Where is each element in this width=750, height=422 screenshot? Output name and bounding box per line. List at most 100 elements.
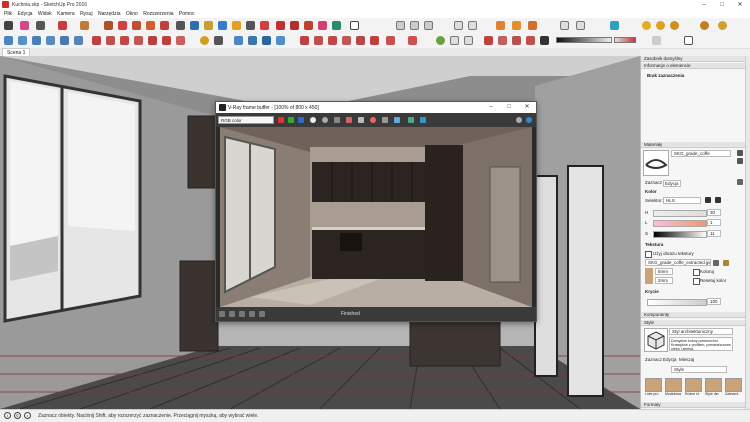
- channel-select[interactable]: RGB color: [218, 116, 274, 124]
- style-description[interactable]: Domyślne kolory powierzchni. Krawędzie z…: [669, 337, 733, 351]
- menu-file[interactable]: Plik: [4, 10, 12, 18]
- shaded-icon[interactable]: [148, 36, 157, 45]
- styles-tab-edit[interactable]: Edycja: [663, 357, 677, 362]
- start-render-icon[interactable]: [526, 117, 532, 123]
- duplicate-icon[interactable]: [358, 117, 364, 123]
- vfb-close-button[interactable]: ✕: [518, 102, 536, 113]
- menu-help[interactable]: Pomoc: [179, 10, 195, 18]
- fog-icon[interactable]: [652, 36, 661, 45]
- style-thumbnail[interactable]: [644, 328, 668, 352]
- tab-edit[interactable]: Edycja: [663, 180, 681, 187]
- dimension-icon[interactable]: [328, 36, 337, 45]
- formats-header[interactable]: Formaty: [641, 402, 745, 408]
- texture-height-field[interactable]: 2mm: [655, 277, 673, 284]
- blue-channel-icon[interactable]: [298, 117, 304, 123]
- walk-icon[interactable]: [200, 36, 209, 45]
- vray-interactive-icon[interactable]: [656, 21, 665, 30]
- stamp-icon[interactable]: [464, 36, 473, 45]
- extension-warehouse-icon[interactable]: [290, 21, 299, 30]
- history-icon[interactable]: [219, 311, 225, 317]
- time-slider[interactable]: [556, 37, 612, 43]
- solid-tools-icon[interactable]: [396, 21, 405, 30]
- color-correction-icon[interactable]: [239, 311, 245, 317]
- s-slider[interactable]: [653, 231, 707, 238]
- orbit-icon[interactable]: [218, 21, 227, 30]
- follow-me-icon[interactable]: [300, 36, 309, 45]
- position-camera-icon[interactable]: [234, 36, 243, 45]
- vray-material-editor-icon[interactable]: [700, 21, 709, 30]
- edit-texture-icon[interactable]: [723, 260, 729, 266]
- look-around-icon[interactable]: [214, 36, 223, 45]
- date-slider[interactable]: [614, 37, 636, 43]
- from-contours-icon[interactable]: [526, 36, 535, 45]
- h-slider[interactable]: [653, 210, 707, 217]
- maximize-button[interactable]: □: [713, 0, 731, 10]
- s-value[interactable]: 11: [707, 230, 721, 237]
- front-view-icon[interactable]: [32, 36, 41, 45]
- match-color-icon[interactable]: [705, 197, 711, 203]
- protractor-icon[interactable]: [314, 36, 323, 45]
- clear-image-icon[interactable]: [346, 117, 352, 123]
- toggle-terrain-icon[interactable]: [436, 36, 445, 45]
- tray-header[interactable]: Zasobnik domyślny: [641, 56, 745, 62]
- warehouse-icon[interactable]: [276, 21, 285, 30]
- flip-edge-icon[interactable]: [512, 36, 521, 45]
- shaded-textures-icon[interactable]: [162, 36, 171, 45]
- l-slider[interactable]: [653, 220, 707, 227]
- style-thumb-1[interactable]: [645, 378, 662, 392]
- tape-measure-icon[interactable]: [176, 21, 185, 30]
- render-last-icon[interactable]: [420, 117, 426, 123]
- share-model-icon[interactable]: [304, 21, 313, 30]
- link-icon[interactable]: [394, 117, 400, 123]
- freehand-tool-icon[interactable]: [386, 36, 395, 45]
- track-mouse-icon[interactable]: [370, 117, 376, 123]
- stamp-icon[interactable]: [408, 117, 414, 123]
- texture-file-field[interactable]: SKG_grade_coffe_extracted.jpg: [645, 259, 711, 266]
- section-display-icon[interactable]: [468, 21, 477, 30]
- style-name-field[interactable]: Styl architektoniczny: [669, 328, 733, 335]
- monochrome-icon[interactable]: [176, 36, 185, 45]
- styles-tab-mix[interactable]: Mieszaj: [679, 357, 694, 362]
- smoove-icon[interactable]: [450, 36, 459, 45]
- pixel-info-icon[interactable]: [259, 311, 265, 317]
- red-channel-icon[interactable]: [278, 117, 284, 123]
- next-view-icon[interactable]: [262, 36, 271, 45]
- menu-view[interactable]: Widok: [38, 10, 52, 18]
- entity-info-header[interactable]: Informacje o elemencie: [641, 63, 745, 69]
- stop-render-icon[interactable]: [516, 117, 522, 123]
- menu-extensions[interactable]: Rozszerzenia: [143, 10, 173, 18]
- modeling-viewport[interactable]: V-Ray frame buffer - [100% of 800 x 450]…: [0, 56, 640, 409]
- pan-icon[interactable]: [232, 21, 241, 30]
- minimize-button[interactable]: –: [695, 0, 713, 10]
- dynamic-component-icon[interactable]: [496, 21, 505, 30]
- geo-location-status-icon[interactable]: i: [4, 412, 11, 419]
- intersect-icon[interactable]: [410, 21, 419, 30]
- back-view-icon[interactable]: [60, 36, 69, 45]
- stereo-icon[interactable]: [249, 311, 255, 317]
- right-view-icon[interactable]: [46, 36, 55, 45]
- left-view-icon[interactable]: [74, 36, 83, 45]
- rotate-tool-icon[interactable]: [132, 21, 141, 30]
- section-plane-icon[interactable]: [454, 21, 463, 30]
- menu-draw[interactable]: Rysuj: [80, 10, 93, 18]
- text-tool-icon[interactable]: [190, 21, 199, 30]
- zoom-icon[interactable]: [246, 21, 255, 30]
- styles-collection-select[interactable]: Style: [671, 366, 727, 373]
- use-texture-checkbox[interactable]: [645, 251, 652, 258]
- xray-icon[interactable]: [92, 36, 101, 45]
- user-icon[interactable]: •: [24, 412, 31, 419]
- geo-location-icon[interactable]: [560, 21, 569, 30]
- previous-view-icon[interactable]: [248, 36, 257, 45]
- style-thumb-2[interactable]: [665, 378, 682, 392]
- iso-view-icon[interactable]: [4, 36, 13, 45]
- circle-tool-icon[interactable]: [356, 36, 365, 45]
- scale-tool-icon[interactable]: [146, 21, 155, 30]
- top-view-icon[interactable]: [18, 36, 27, 45]
- mono-icon[interactable]: [322, 117, 328, 123]
- polygon-tool-icon[interactable]: [370, 36, 379, 45]
- eyedropper-icon[interactable]: [737, 179, 743, 185]
- vfb-minimize-button[interactable]: –: [482, 102, 500, 113]
- select-tool-icon[interactable]: [4, 21, 13, 30]
- l-value[interactable]: 1: [707, 219, 721, 226]
- offset-tool-icon[interactable]: [160, 21, 169, 30]
